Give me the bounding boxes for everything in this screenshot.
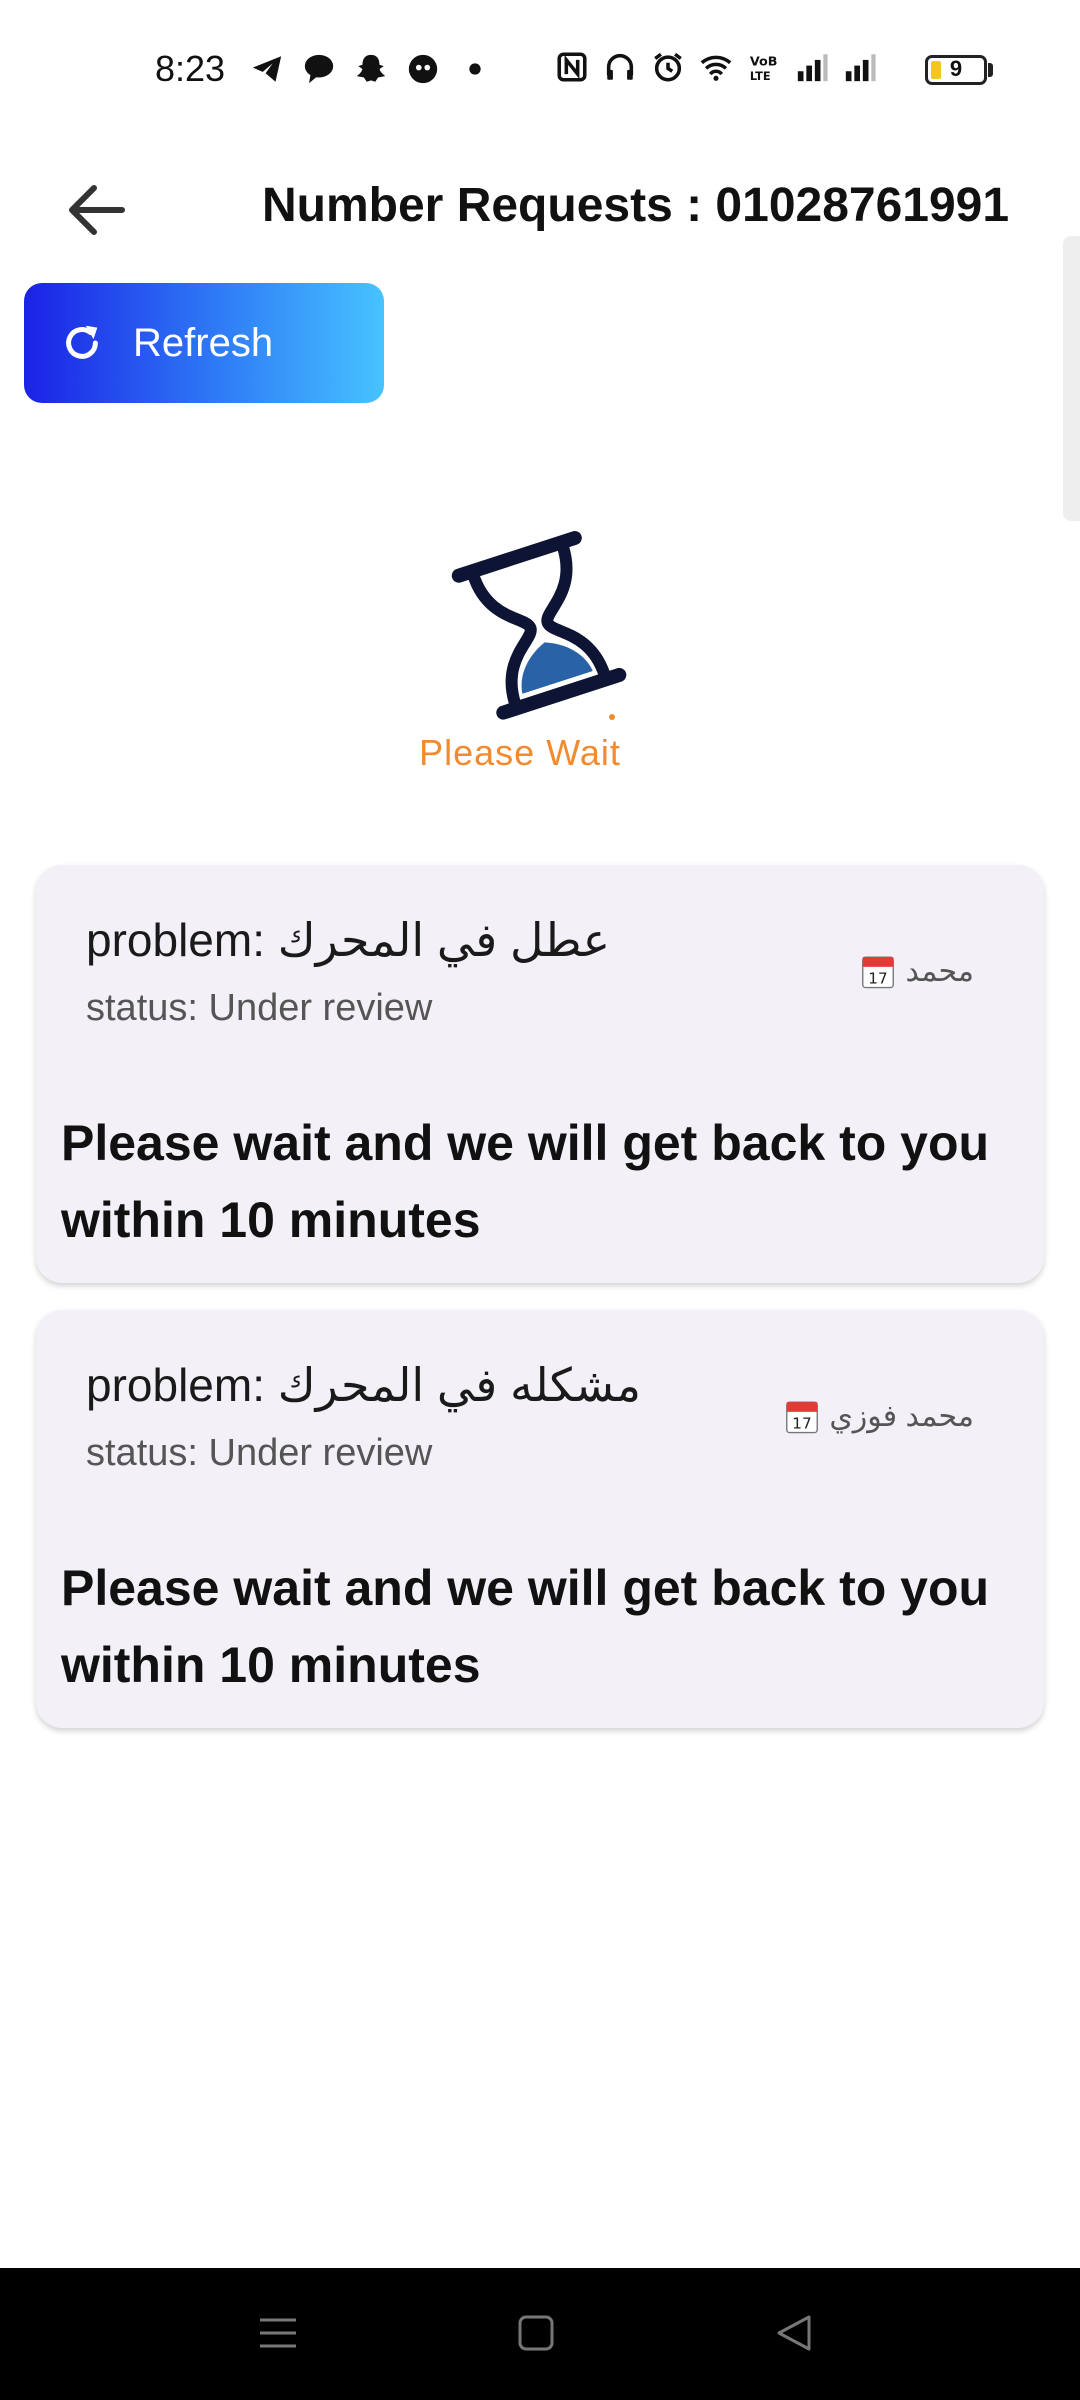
back-triangle-icon[interactable] [765,2308,825,2358]
card-problem: problem: عطل في المحرك [86,914,611,966]
status-bar: 8:23 VoB LTE 9 [0,0,1080,140]
card-name: محمد [905,954,974,988]
calendar-icon: 17 [786,1401,819,1434]
chat-bubble-icon [304,54,334,84]
scrollbar[interactable] [1063,236,1080,521]
volte-icon: VoBLTE [750,55,778,83]
card-status: status: Under review [86,987,433,1029]
arrow-left-icon[interactable] [60,180,130,240]
card-status: status: Under review [86,1432,433,1474]
battery-icon: 9 [925,55,987,85]
nfc-icon [557,52,587,82]
svg-text:17: 17 [869,969,888,987]
battery-level: 9 [949,56,963,81]
headphones-icon [606,53,634,80]
snapchat-icon [356,54,386,82]
page-title: Number Requests : 01028761991 [262,179,1010,232]
alarm-icon [654,52,682,82]
status-time: 8:23 [155,48,226,89]
card-meta: 17 محمد [861,953,974,989]
request-card[interactable]: problem: مشكله في المحرك status: Under r… [36,1310,1044,1728]
menu-icon[interactable] [248,2308,308,2358]
signal-icon [845,54,876,82]
card-message: Please wait and we will get back to you … [61,1560,990,1693]
svg-text:VoB: VoB [750,55,778,70]
app-icon [408,54,438,84]
home-icon[interactable] [506,2308,566,2358]
signal-icon [797,54,828,82]
refresh-button[interactable]: Refresh [24,283,384,403]
card-message: Please wait and we will get back to you … [61,1115,990,1248]
hourglass-icon [451,530,627,720]
notification-icons [250,52,492,86]
svg-text:17: 17 [793,1414,812,1432]
refresh-icon [66,325,98,359]
telegram-icon [252,56,282,82]
card-meta: 17 محمد فوزي [785,1398,974,1434]
please-wait-label: Please Wait [419,732,621,773]
dot-icon [469,63,481,75]
navigation-bar [0,2268,1080,2400]
svg-text:LTE: LTE [750,69,771,83]
card-problem: problem: مشكله في المحرك [86,1359,641,1411]
calendar-icon: 17 [862,956,895,989]
system-icons: VoB LTE [555,50,877,84]
refresh-label: Refresh [133,320,274,365]
wifi-icon [700,55,732,81]
request-card[interactable]: problem: عطل في المحرك status: Under rev… [36,865,1044,1283]
card-name: محمد فوزي [829,1399,974,1433]
